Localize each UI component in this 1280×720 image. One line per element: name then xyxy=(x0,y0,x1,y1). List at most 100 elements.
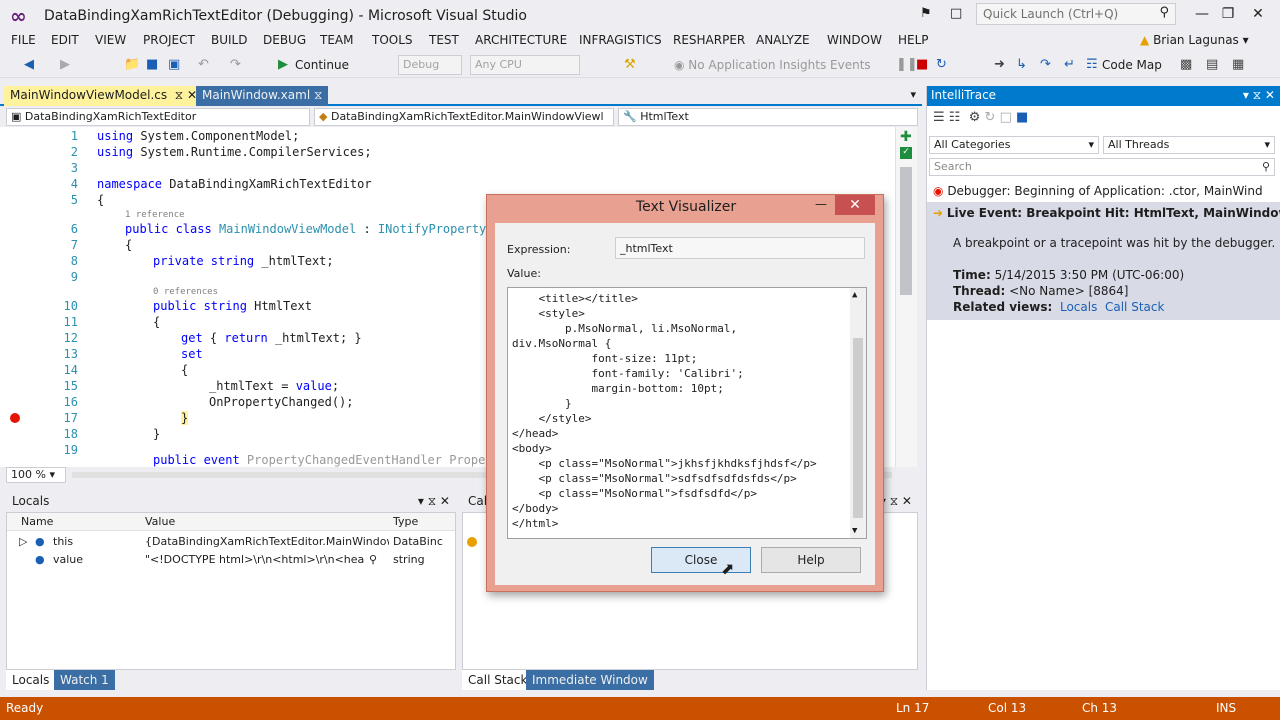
config-select[interactable]: Debug xyxy=(398,55,462,75)
tab-callstack[interactable]: Call Stack xyxy=(462,670,534,690)
user-name: Brian Lagunas xyxy=(1153,33,1239,47)
menu-window[interactable]: WINDOW xyxy=(827,33,882,47)
tab-overflow-icon[interactable]: ▾ xyxy=(910,88,916,101)
list-view-icon[interactable]: ☰ xyxy=(933,110,945,125)
tab-locals[interactable]: Locals xyxy=(6,670,56,690)
restore-button[interactable]: ❐ xyxy=(1216,4,1240,24)
panel-controls[interactable]: ▾ ⧖ ✕ xyxy=(880,494,912,509)
type-dropdown[interactable]: ◆ DataBindingXamRichTextEditor.MainWindo… xyxy=(314,108,614,126)
related-callstack-link[interactable]: Call Stack xyxy=(1105,300,1164,314)
notification-flag-icon[interactable]: ⚑ xyxy=(920,6,932,21)
platform-select[interactable]: Any CPU xyxy=(470,55,580,75)
project-dropdown[interactable]: ▣ DataBindingXamRichTextEditor xyxy=(6,108,310,126)
codelens-refs[interactable]: 0 references xyxy=(153,287,218,297)
scroll-down-icon[interactable]: ▼ xyxy=(852,526,857,536)
panel-controls[interactable]: ▾ ⧖ ✕ xyxy=(1243,88,1275,103)
tab-immediate[interactable]: Immediate Window xyxy=(526,670,654,690)
redo-icon[interactable]: ↷ xyxy=(230,55,241,75)
pause-icon[interactable]: ❚❚ xyxy=(896,55,918,75)
menu-tools[interactable]: TOOLS xyxy=(372,33,413,47)
scroll-thumb[interactable] xyxy=(853,338,863,518)
hammer-icon[interactable]: ⚒ xyxy=(624,55,636,75)
intellitrace-search-input[interactable]: Search ⚲ xyxy=(929,158,1275,176)
step-into-icon[interactable]: ↳ xyxy=(1016,55,1027,75)
tab-mainwindowviewmodel[interactable]: MainWindowViewModel.cs ⧖ ✕ xyxy=(4,86,204,106)
breakpoint-icon[interactable] xyxy=(10,413,20,423)
save-icon[interactable]: ■ xyxy=(146,55,158,75)
column-name[interactable]: Name xyxy=(21,515,53,528)
continue-button[interactable]: Continue xyxy=(295,55,349,75)
menu-view[interactable]: VIEW xyxy=(95,33,126,47)
step-out-icon[interactable]: ↵ xyxy=(1064,55,1075,75)
menu-resharper[interactable]: RESHARPER xyxy=(673,33,745,47)
zoom-select[interactable]: 100 % ▾ xyxy=(6,467,66,483)
pin-icon[interactable]: ⧖ xyxy=(175,88,183,102)
threads-select[interactable]: All Threads ▾ xyxy=(1103,136,1275,154)
minimize-button[interactable]: — xyxy=(1190,4,1214,24)
menu-project[interactable]: PROJECT xyxy=(143,33,195,47)
value-scrollbar[interactable]: ▲ ▼ xyxy=(850,288,866,538)
tab-mainwindow-xaml[interactable]: MainWindow.xaml ⧖ xyxy=(196,86,329,106)
menu-file[interactable]: FILE xyxy=(11,33,36,47)
code-map-icon[interactable]: ☶ xyxy=(1086,55,1098,75)
menu-help[interactable]: HELP xyxy=(898,33,929,47)
close-button[interactable]: ✕ xyxy=(1246,4,1270,24)
toolbar-extra-icon-1[interactable]: ▩ xyxy=(1180,55,1192,75)
menu-debug[interactable]: DEBUG xyxy=(263,33,306,47)
expression-field[interactable]: _htmlText xyxy=(615,237,865,259)
menu-test[interactable]: TEST xyxy=(429,33,459,47)
details-view-icon[interactable]: ☷ xyxy=(949,110,961,125)
help-button[interactable]: Help xyxy=(761,547,861,573)
value-textbox[interactable]: <title></title> <style> p.MsoNormal, li.… xyxy=(507,287,867,539)
forward-icon[interactable]: ▶ xyxy=(60,55,70,75)
save-icon[interactable]: ■ xyxy=(1016,110,1028,125)
quick-launch-input[interactable]: Quick Launch (Ctrl+Q) ⚲ xyxy=(976,3,1176,25)
step-over-icon[interactable]: ↷ xyxy=(1040,55,1051,75)
refresh-icon[interactable]: ↻ xyxy=(985,110,996,125)
menu-analyze[interactable]: ANALYZE xyxy=(756,33,810,47)
dialog-minimize-button[interactable]: — xyxy=(815,197,827,211)
save-all-icon[interactable]: ▣ xyxy=(168,55,180,75)
column-type[interactable]: Type xyxy=(393,515,418,528)
show-next-statement-icon[interactable]: ➜ xyxy=(994,55,1005,75)
continue-icon[interactable]: ▶ xyxy=(278,55,288,75)
dialog-close-icon[interactable]: ✕ xyxy=(835,195,875,215)
table-row[interactable]: ▷ ● this {DataBindingXamRichTextEditor.M… xyxy=(7,533,455,551)
toolbar-extra-icon-3[interactable]: ▦ xyxy=(1232,55,1244,75)
selected-event-detail[interactable]: ➜ Live Event: Breakpoint Hit: HtmlText, … xyxy=(927,202,1280,320)
related-locals-link[interactable]: Locals xyxy=(1060,300,1097,314)
feedback-icon[interactable]: □ xyxy=(950,6,962,21)
codelens-refs[interactable]: 1 reference xyxy=(125,210,185,220)
close-dialog-button[interactable]: Close xyxy=(651,547,751,573)
user-account[interactable]: ▲ Brian Lagunas ▾ xyxy=(1140,33,1249,47)
open-folder-icon[interactable]: 📁 xyxy=(124,55,140,75)
visualizer-magnifier-icon[interactable]: ⚲ xyxy=(369,553,377,566)
scroll-up-icon[interactable]: ▲ xyxy=(852,290,857,300)
stop-icon[interactable]: ■ xyxy=(916,55,928,75)
table-row[interactable]: ● value "<!DOCTYPE html>\r\n<html>\r\n<h… xyxy=(7,551,455,569)
scroll-thumb[interactable] xyxy=(900,167,912,295)
editor-vertical-scrollbar[interactable]: ✚ ✓ xyxy=(895,127,917,467)
undo-icon[interactable]: ↶ xyxy=(198,55,209,75)
member-dropdown[interactable]: 🔧 HtmlText xyxy=(618,108,918,126)
restart-icon[interactable]: ↻ xyxy=(936,55,947,75)
code-line: OnPropertyChanged(); xyxy=(209,395,354,409)
insights-button[interactable]: ◉ No Application Insights Events xyxy=(674,55,871,75)
open-icon[interactable]: □ xyxy=(1000,110,1012,125)
panel-controls[interactable]: ▾ ⧖ ✕ xyxy=(418,494,450,509)
expand-icon[interactable]: ▷ xyxy=(19,535,27,548)
back-icon[interactable]: ◀ xyxy=(24,55,34,75)
menu-architecture[interactable]: ARCHITECTURE xyxy=(475,33,567,47)
code-map-button[interactable]: Code Map xyxy=(1102,55,1162,75)
categories-select[interactable]: All Categories ▾ xyxy=(929,136,1099,154)
pin-icon[interactable]: ⧖ xyxy=(314,88,322,102)
column-value[interactable]: Value xyxy=(145,515,175,528)
tab-watch[interactable]: Watch 1 xyxy=(54,670,115,690)
menu-infragistics[interactable]: INFRAGISTICS xyxy=(579,33,662,47)
toolbar-extra-icon-2[interactable]: ▤ xyxy=(1206,55,1218,75)
settings-gear-icon[interactable]: ⚙ xyxy=(969,110,981,125)
menu-build[interactable]: BUILD xyxy=(211,33,247,47)
trace-event-debugger[interactable]: ◉ Debugger: Beginning of Application: .c… xyxy=(933,184,1263,198)
menu-edit[interactable]: EDIT xyxy=(51,33,79,47)
menu-team[interactable]: TEAM xyxy=(320,33,353,47)
